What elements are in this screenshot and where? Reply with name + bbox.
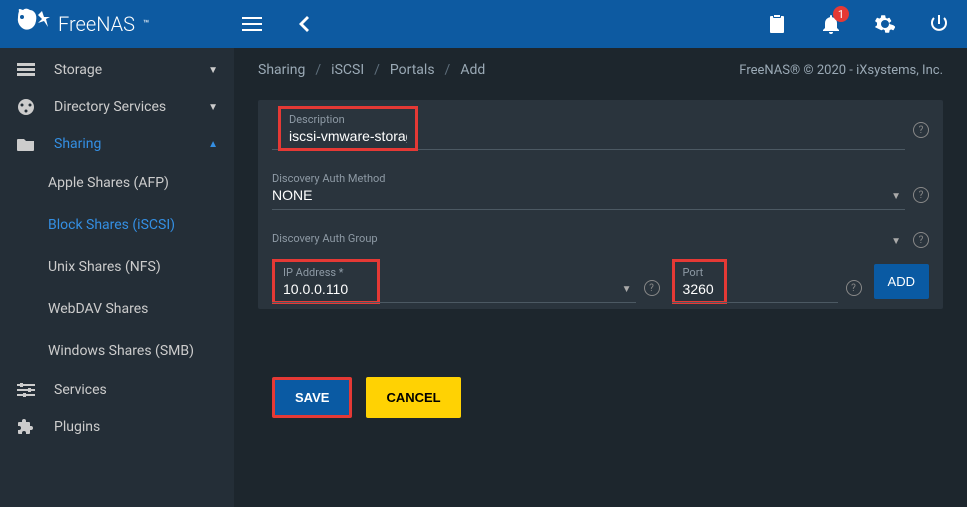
auth-group-label: Discovery Auth Group — [272, 232, 905, 245]
help-icon[interactable]: ? — [913, 232, 929, 248]
logo-area: FreeNAS ™ — [16, 7, 234, 41]
help-icon[interactable]: ? — [644, 280, 660, 296]
plugin-icon — [16, 418, 36, 436]
breadcrumb-sharing[interactable]: Sharing — [258, 62, 305, 78]
top-nav-controls — [240, 12, 316, 36]
form-actions: SAVE CANCEL — [258, 357, 943, 438]
save-button[interactable]: SAVE — [272, 377, 352, 418]
ip-address-input[interactable] — [283, 279, 369, 299]
breadcrumb-iscsi[interactable]: iSCSI — [331, 62, 364, 78]
description-label: Description — [289, 113, 407, 126]
topbar-right: 1 — [765, 12, 951, 36]
copyright-text: FreeNAS® © 2020 - iXsystems, Inc. — [739, 63, 943, 78]
chevron-up-icon: ▲ — [208, 139, 218, 150]
help-icon[interactable]: ? — [913, 122, 929, 138]
sidebar-item-label: Storage — [54, 62, 190, 78]
sidebar-sub-webdav-shares[interactable]: WebDAV Shares — [0, 288, 234, 330]
help-icon[interactable]: ? — [913, 187, 929, 203]
sidebar-sub-windows-shares[interactable]: Windows Shares (SMB) — [0, 330, 234, 372]
form-panel: Description ? Discovery Auth Method ▼ ? — [258, 100, 943, 309]
sidebar-item-plugins[interactable]: Plugins — [0, 408, 234, 446]
brand-name: FreeNAS — [58, 12, 135, 36]
folder-icon — [16, 137, 36, 151]
chevron-down-icon: ▼ — [891, 236, 901, 247]
power-icon[interactable] — [927, 12, 951, 36]
sidebar-item-services[interactable]: Services — [0, 372, 234, 408]
ip-address-label: IP Address * — [283, 266, 369, 279]
cancel-button[interactable]: CANCEL — [366, 377, 460, 418]
sidebar-sub-apple-shares[interactable]: Apple Shares (AFP) — [0, 162, 234, 204]
chevron-down-icon: ▼ — [208, 65, 218, 76]
freenas-logo-icon — [16, 7, 50, 41]
breadcrumb-add[interactable]: Add — [460, 62, 485, 78]
sidebar-item-directory-services[interactable]: Directory Services ▼ — [0, 88, 234, 126]
auth-method-select[interactable] — [272, 185, 905, 210]
chevron-down-icon: ▼ — [891, 191, 901, 202]
breadcrumb-portals[interactable]: Portals — [390, 62, 435, 78]
topbar: FreeNAS ™ 1 — [0, 0, 967, 48]
auth-method-label: Discovery Auth Method — [272, 172, 905, 185]
breadcrumb: Sharing / iSCSI / Portals / Add — [258, 62, 485, 78]
sidebar-item-storage[interactable]: Storage ▼ — [0, 52, 234, 88]
main-content: Sharing / iSCSI / Portals / Add FreeNAS®… — [234, 48, 967, 507]
port-label: Port — [683, 266, 716, 279]
menu-toggle-icon[interactable] — [240, 12, 264, 36]
notification-badge: 1 — [833, 6, 849, 22]
port-input[interactable] — [683, 279, 716, 299]
tune-icon — [16, 383, 36, 397]
storage-icon — [16, 63, 36, 77]
notifications-icon[interactable]: 1 — [819, 12, 843, 36]
sidebar-item-label: Directory Services — [54, 99, 190, 115]
services-icon — [16, 98, 36, 116]
sidebar-item-sharing[interactable]: Sharing ▲ — [0, 126, 234, 162]
sidebar-sub-block-shares[interactable]: Block Shares (iSCSI) — [0, 204, 234, 246]
description-input[interactable] — [289, 126, 407, 146]
sidebar-item-label: Plugins — [54, 419, 218, 435]
chevron-down-icon: ▼ — [622, 284, 632, 295]
chevron-down-icon: ▼ — [208, 102, 218, 113]
sidebar: Storage ▼ Directory Services ▼ Sharing ▲… — [0, 48, 234, 507]
sidebar-item-label: Services — [54, 382, 218, 398]
help-icon[interactable]: ? — [846, 280, 862, 296]
sidebar-sub-unix-shares[interactable]: Unix Shares (NFS) — [0, 246, 234, 288]
add-button[interactable]: ADD — [874, 264, 929, 299]
gear-icon[interactable] — [873, 12, 897, 36]
back-icon[interactable] — [292, 12, 316, 36]
clipboard-icon[interactable] — [765, 12, 789, 36]
sidebar-item-label: Sharing — [54, 136, 190, 152]
